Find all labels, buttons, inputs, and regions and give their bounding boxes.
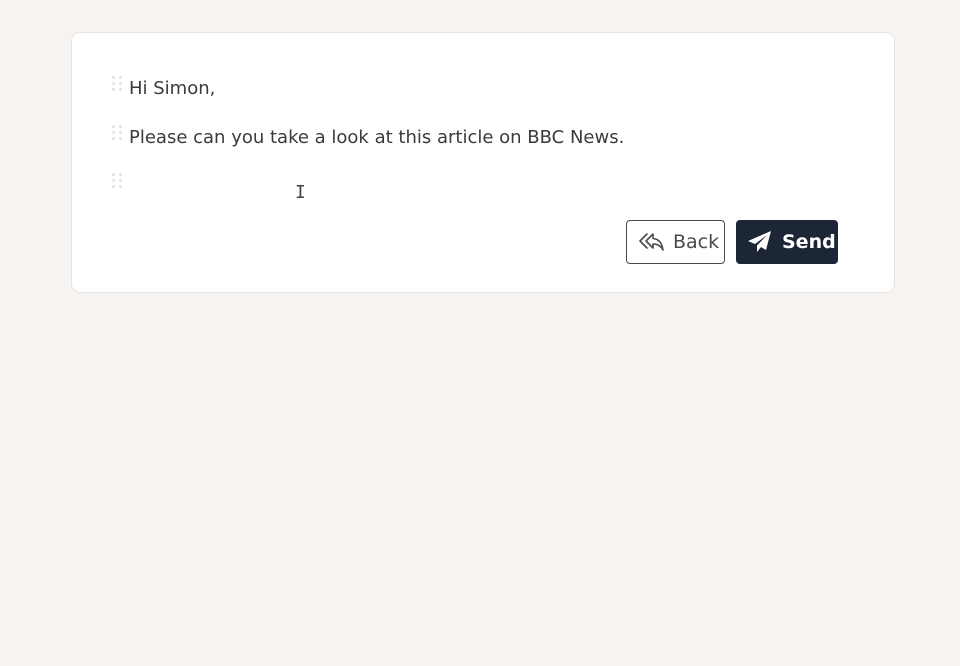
editor-block[interactable]: Hi Simon, xyxy=(110,76,810,103)
greeting-text[interactable]: Hi Simon, xyxy=(129,77,215,101)
editor-block-empty[interactable] xyxy=(110,173,810,200)
drag-handle-icon[interactable] xyxy=(110,173,124,193)
text-cursor-icon: I xyxy=(295,182,306,203)
send-button[interactable]: Send xyxy=(736,220,838,264)
drag-handle-icon[interactable] xyxy=(110,76,124,96)
paper-plane-icon xyxy=(748,231,771,252)
body-text[interactable]: Please can you take a look at this artic… xyxy=(129,126,624,150)
editor-block[interactable]: Please can you take a look at this artic… xyxy=(110,125,810,152)
back-button-label: Back xyxy=(673,231,720,253)
compose-card: Hi Simon, Please can you take a look at … xyxy=(71,32,895,293)
reply-all-icon xyxy=(639,233,664,251)
back-button[interactable]: Back xyxy=(626,220,725,264)
drag-handle-icon[interactable] xyxy=(110,125,124,145)
send-button-label: Send xyxy=(782,231,836,253)
